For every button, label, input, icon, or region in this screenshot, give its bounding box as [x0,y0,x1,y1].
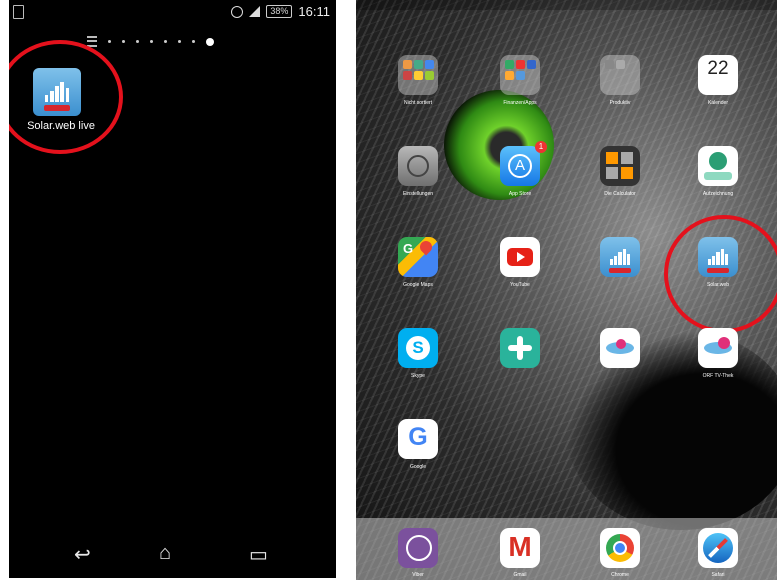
app-label: Skype [411,373,425,379]
app-label: Die Calculator [604,191,636,197]
page-dot[interactable] [122,40,125,43]
app-store-icon[interactable]: A [500,146,540,186]
solar-web-app-icon[interactable] [600,237,640,277]
folder-icon[interactable] [398,55,438,95]
calculator-icon[interactable] [600,146,640,186]
app-label: YouTube [510,282,530,288]
app-label: Produktiv [609,100,631,106]
status-time: 16:11 [298,4,330,19]
chrome-icon[interactable] [600,528,640,568]
google-maps-icon[interactable]: G [398,237,438,277]
recorder-app-icon[interactable] [698,146,738,186]
page-dot[interactable] [192,40,195,43]
page-dot[interactable] [108,40,111,43]
app-label: Aufzeichnung [702,191,734,197]
dock-label: Safari [711,572,725,578]
dock-label: Chrome [611,572,629,578]
orf-tvthek-icon[interactable] [698,328,738,368]
app-label: Finanzen/Apps [503,100,537,106]
page-indicator[interactable] [87,36,214,47]
ios-status-bar [356,0,777,10]
page-dot[interactable] [150,40,153,43]
page-dot[interactable] [178,40,181,43]
youtube-icon[interactable] [500,237,540,277]
folder-icon[interactable] [600,55,640,95]
app-label: ORF TV-Thek [702,373,734,379]
android-home-screen: 38% 16:11 Solar.web live ↩ ⌂ ▭ [9,0,336,578]
android-status-bar: 38% 16:11 [9,0,336,26]
app-label: App Store [508,191,532,197]
notification-badge: 1 [535,141,547,153]
recent-apps-icon[interactable]: ▭ [249,542,268,567]
page-dot-active[interactable] [206,37,214,46]
app-label: Kalender [707,100,728,106]
battery-indicator: 38% [266,5,293,18]
page-dot[interactable] [136,40,139,43]
app-label: Google [409,464,427,470]
highlight-circle [664,215,777,333]
app-label: Google Maps [403,282,433,288]
orf-tv-app-icon[interactable] [600,328,640,368]
plus-app-icon[interactable] [500,328,540,368]
android-nav-bar: ↩ ⌂ ▭ [9,532,336,578]
highlight-circle [9,40,123,154]
calendar-app-icon[interactable]: 22 [698,55,738,95]
signal-icon [249,6,261,17]
back-icon[interactable]: ↩ [74,542,91,567]
sim-card-icon [13,5,24,19]
settings-gear-icon[interactable] [398,146,438,186]
page-dot[interactable] [164,40,167,43]
gmail-icon[interactable]: M [500,528,540,568]
skype-icon[interactable]: S [398,328,438,368]
app-label: Einstellungen [402,191,434,197]
alarm-icon [231,5,244,18]
calendar-day: 22 [707,58,729,79]
viber-icon[interactable] [398,528,438,568]
ios-dock: Viber M Gmail Chrome Safari [356,518,777,580]
google-app-icon[interactable]: G [398,419,438,459]
safari-compass-icon[interactable] [698,528,738,568]
dock-label: Viber [412,572,424,578]
folder-icon[interactable] [500,55,540,95]
ipad-home-screen: Nicht sortiert Finanzen/Apps Produktiv 2… [356,0,777,580]
dock-label: Gmail [513,572,527,578]
home-icon[interactable]: ⌂ [159,542,171,565]
app-label: Nicht sortiert [403,100,433,106]
